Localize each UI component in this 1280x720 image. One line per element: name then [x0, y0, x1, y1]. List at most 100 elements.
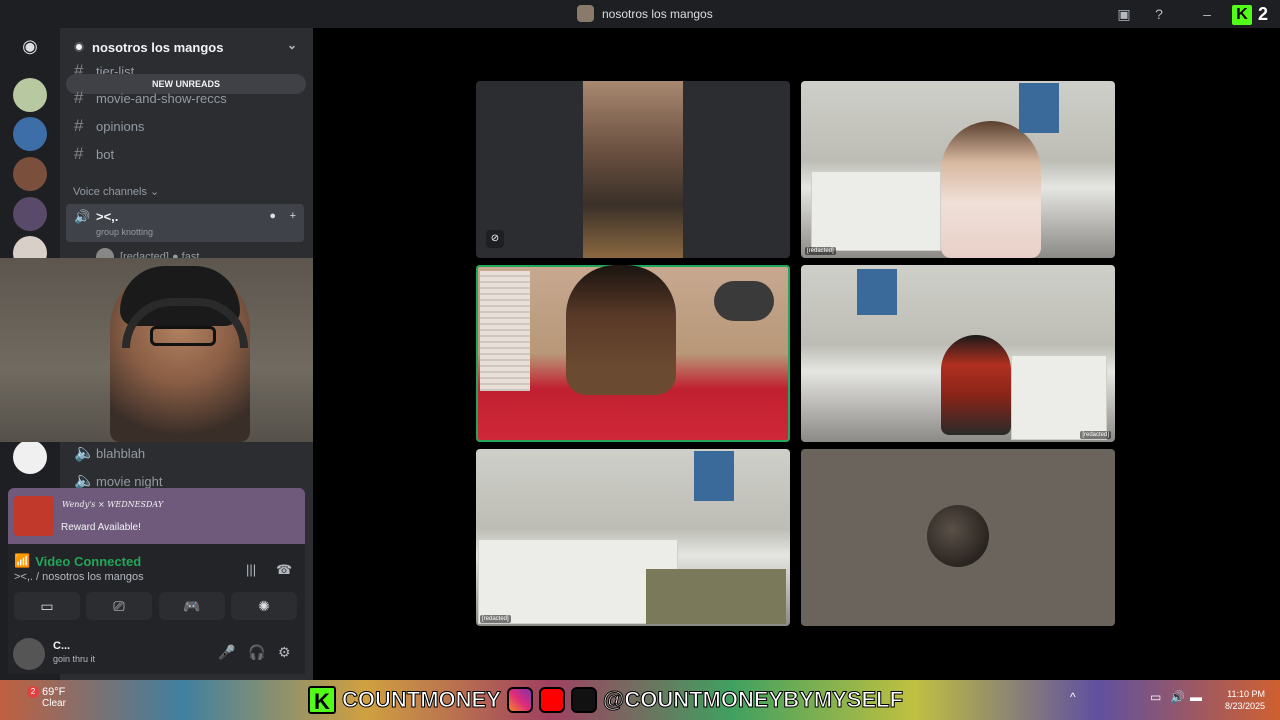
kick-overlay-badge: K 2 [1232, 4, 1268, 25]
server-icon-6[interactable] [13, 440, 47, 474]
connection-status: 📶 Video Connected [14, 553, 141, 569]
video-grid: ⊘ [redacted] [redacted] [redacted] [313, 28, 1280, 680]
reward-notification[interactable]: Wendy's × WEDNESDAY Reward Available! [8, 488, 305, 544]
network-icon[interactable]: ▭ [1150, 690, 1161, 704]
server-icon-2[interactable] [13, 117, 47, 151]
channel-bot[interactable]: # bot [74, 143, 114, 165]
server-icon-4[interactable] [13, 197, 47, 231]
avatar-figure [941, 335, 1011, 435]
screen-share-button[interactable]: ⎚ [86, 592, 152, 620]
social-handle: @COUNTMONEYBYMYSELF [602, 687, 904, 713]
channel-label: movie-and-show-reccs [96, 90, 227, 106]
server-icon-3[interactable] [13, 157, 47, 191]
activity-button[interactable]: 🎮 [159, 592, 225, 620]
channel-label: bot [96, 146, 115, 162]
video-tile-1[interactable]: ⊘ [476, 81, 790, 258]
youtube-icon [538, 687, 565, 713]
voice-channel-status: group knotting [96, 227, 154, 237]
user-panel: C... goin thru it 🎤 🎧 ⚙ [8, 634, 305, 674]
chevron-up-icon[interactable]: ^ [1070, 690, 1076, 704]
instagram-icon [506, 687, 533, 713]
hash-icon: # [74, 88, 84, 107]
video-tile-3-speaking[interactable] [476, 265, 790, 442]
chat-bubble-icon[interactable]: ● [269, 210, 276, 222]
muted-mic-icon: ⊘ [486, 230, 504, 248]
kick-logo-icon: K [308, 686, 336, 714]
wall-art [1019, 83, 1059, 133]
soundboard-button[interactable]: ✺ [231, 592, 297, 620]
weather-condition: Clear [42, 698, 66, 709]
connection-title: Video Connected [35, 553, 142, 569]
voice-header-label: Voice channels [73, 186, 147, 198]
gear-icon[interactable]: ⚙ [278, 644, 291, 661]
bag [646, 569, 786, 624]
dresser [1011, 355, 1107, 440]
server-name: nosotros los mangos [92, 39, 224, 55]
weather-widget[interactable]: 69°F Clear [42, 686, 66, 710]
avatar [927, 505, 989, 567]
help-icon[interactable]: ? [1149, 4, 1169, 24]
voice-connection-panel: 📶 Video Connected ><,. / nosotros los ma… [8, 544, 305, 634]
dresser [811, 171, 941, 251]
reward-brand: Wendy's × WEDNESDAY [62, 500, 164, 509]
discord-home-icon[interactable]: ◉ [15, 36, 45, 62]
volume-icon[interactable]: 🔊 [1170, 690, 1185, 704]
weather-temp: 69°F [42, 686, 66, 698]
kick-count: 2 [1258, 4, 1269, 24]
kick-logo-icon: K [1232, 4, 1252, 25]
wall-art [694, 451, 734, 501]
stream-socials: K COUNTMONEY @COUNTMONEYBYMYSELF [308, 683, 904, 717]
microphone-icon[interactable]: 🎤 [218, 644, 235, 661]
voice-channel-blahblah[interactable]: 🔈 blahblah [74, 442, 145, 464]
reward-logo-icon [14, 496, 54, 536]
video-feed [583, 81, 683, 258]
participant-tag: [redacted] [480, 615, 511, 623]
minimize-icon[interactable]: – [1197, 4, 1217, 24]
server-icon-1[interactable] [13, 78, 47, 112]
headphones-icon[interactable]: 🎧 [248, 644, 265, 661]
participant [566, 265, 676, 395]
microphone [714, 281, 774, 321]
channel-label: opinions [96, 118, 145, 134]
battery-icon[interactable]: ▬ [1190, 690, 1202, 704]
window-title-text: nosotros los mangos [602, 6, 713, 21]
video-tile-4[interactable]: [redacted] [801, 265, 1115, 442]
participant [941, 121, 1041, 258]
wall-art [857, 269, 897, 315]
participant-tag: [redacted] [1080, 431, 1111, 439]
window-blinds [480, 271, 530, 391]
channel-label: blahblah [96, 445, 146, 461]
avatar[interactable] [13, 638, 45, 670]
kick-name: COUNTMONEY [342, 687, 502, 713]
noise-suppression-icon[interactable]: ||| [246, 562, 256, 577]
window-title: nosotros los mangos [577, 5, 713, 22]
hash-icon: # [74, 116, 84, 135]
weather-badge: 2 [27, 686, 39, 698]
channel-movie-and-show-reccs[interactable]: # movie-and-show-reccs [74, 87, 227, 109]
channel-label: movie night [96, 473, 163, 489]
chevron-down-icon[interactable]: ⌄ [287, 38, 297, 52]
invite-icon[interactable]: + [290, 210, 296, 222]
title-bar: nosotros los mangos ▣ ? – K 2 [0, 0, 1280, 28]
voice-channel-name: ><,. [96, 209, 119, 224]
video-tile-2[interactable]: [redacted] [801, 81, 1115, 258]
voice-channels-header[interactable]: Voice channels ⌄ [73, 185, 159, 198]
system-clock[interactable]: 11:10 PM 8/23/2025 [1213, 688, 1265, 712]
tiktok-icon [570, 687, 597, 713]
video-tile-5[interactable]: [redacted] [476, 449, 790, 626]
connection-location[interactable]: ><,. / nosotros los mangos [14, 571, 144, 583]
channel-opinions[interactable]: # opinions [74, 115, 144, 137]
camera-off-button[interactable]: ▭ [14, 592, 80, 620]
user-status: goin thru it [53, 654, 96, 664]
voice-channel-active[interactable]: 🔊 ><,. group knotting ● + [66, 204, 304, 242]
hash-icon: # [74, 144, 84, 163]
disconnect-icon[interactable]: ☎ [276, 562, 292, 578]
clock-date: 8/23/2025 [1224, 701, 1265, 711]
username: C... [53, 640, 71, 652]
server-icon [577, 5, 594, 22]
signal-icon: 📶 [14, 553, 31, 568]
participant-tag: [redacted] [805, 247, 836, 255]
video-tile-6[interactable] [801, 449, 1115, 626]
speaker-icon: 🔈 [74, 443, 96, 462]
inbox-icon[interactable]: ▣ [1114, 4, 1134, 24]
